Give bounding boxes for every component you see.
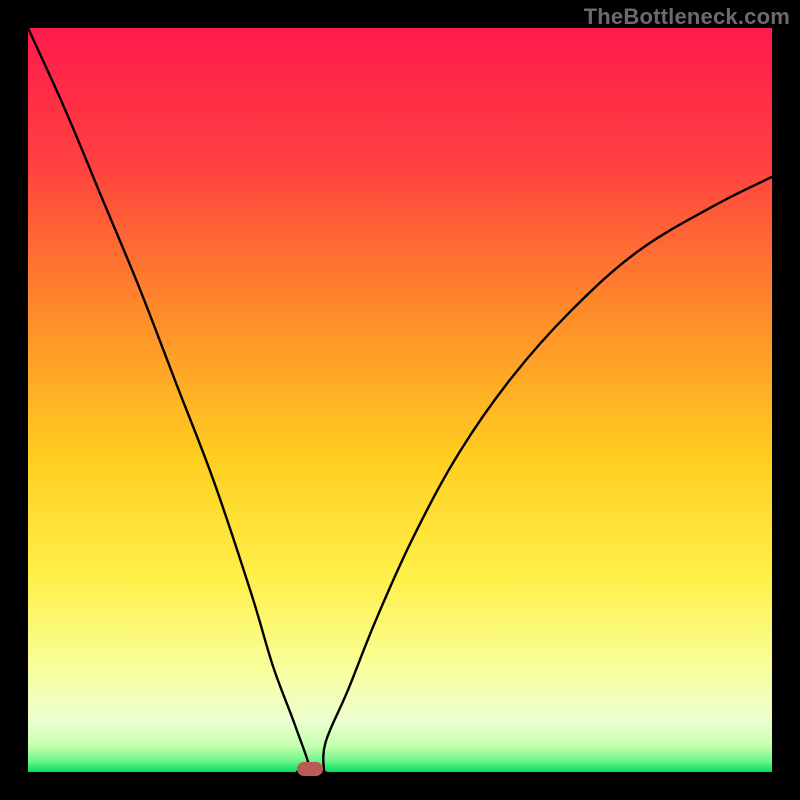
chart-plot-area: [28, 28, 772, 772]
gradient-background: [28, 28, 772, 772]
chart-svg: [28, 28, 772, 772]
optimal-marker: [297, 762, 323, 776]
watermark-text: TheBottleneck.com: [584, 4, 790, 30]
